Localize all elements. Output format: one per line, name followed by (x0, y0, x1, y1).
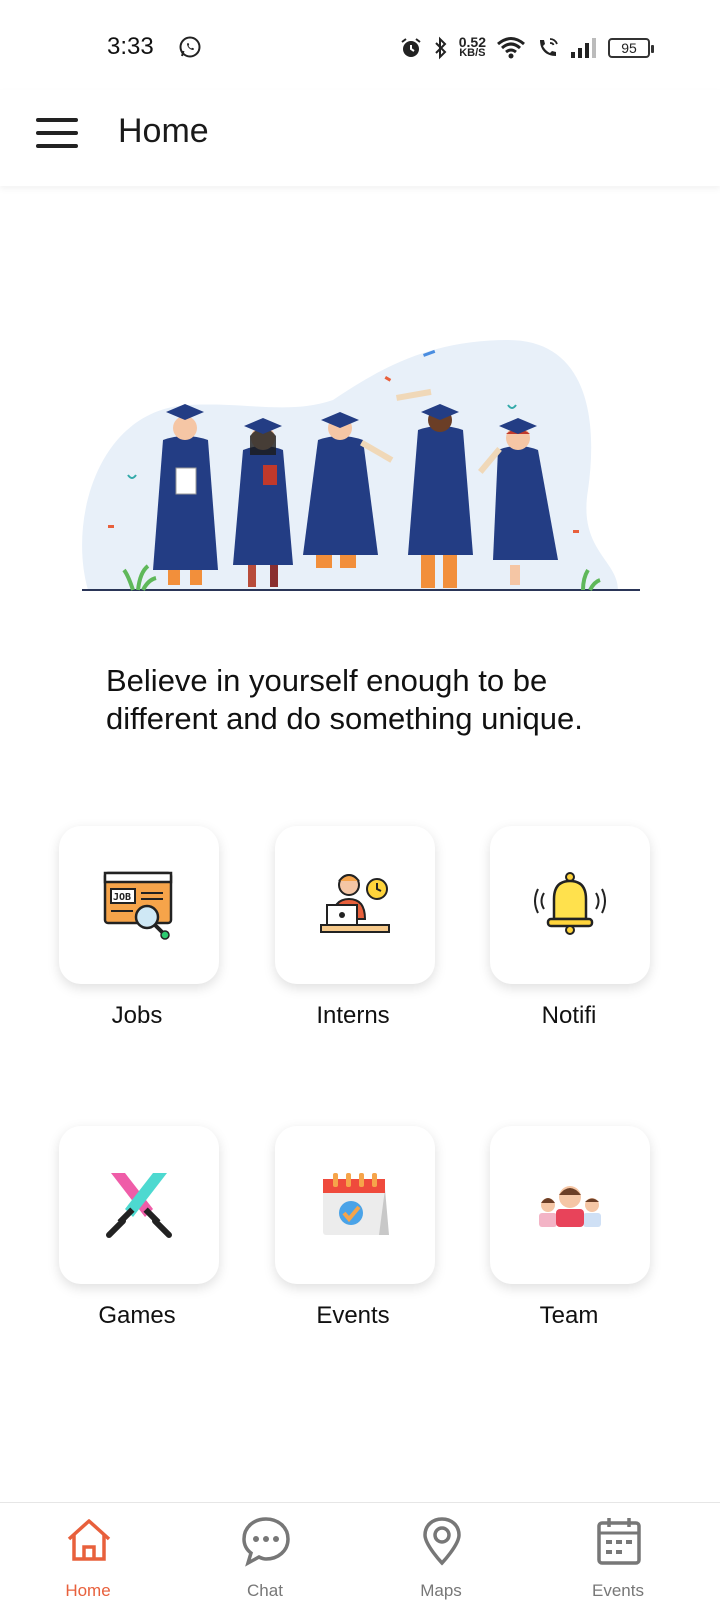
games-swords-icon (106, 1173, 172, 1238)
app-bar: Home (0, 90, 720, 186)
interns-label: Interns (316, 1002, 390, 1029)
page-title: Home (118, 112, 209, 150)
team-label: Team (539, 1302, 599, 1329)
nav-events-label: Events (592, 1581, 644, 1600)
home-icon (67, 1519, 111, 1561)
games-tile[interactable] (59, 1126, 219, 1284)
wifi-calling-icon (540, 38, 558, 56)
nav-chat[interactable]: Chat (205, 1503, 325, 1601)
nav-home[interactable]: Home (28, 1503, 148, 1601)
alarm-icon (401, 38, 421, 57)
whatsapp-icon (179, 36, 201, 58)
notifications-label: Notifi (541, 1002, 597, 1029)
events-tile[interactable] (275, 1126, 435, 1284)
map-pin-icon (423, 1517, 461, 1566)
events-label: Events (316, 1302, 390, 1329)
speed-unit: KB/S (459, 47, 486, 59)
network-speed: 0.52 KB/S (459, 35, 486, 59)
chat-icon (242, 1517, 290, 1567)
jobs-icon: JOB (103, 871, 173, 940)
nav-maps-label: Maps (420, 1581, 462, 1600)
nav-chat-label: Chat (247, 1581, 283, 1600)
signal-icon (571, 38, 596, 58)
status-time: 3:33 (107, 33, 154, 60)
team-icon (539, 1186, 601, 1227)
interns-icon (320, 874, 390, 933)
status-bar: 3:33 0.52 KB/S 95 (0, 0, 720, 90)
graduation-illustration (82, 340, 640, 591)
nav-home-label: Home (65, 1581, 111, 1600)
battery-icon: 95 (608, 38, 654, 58)
bluetooth-icon (435, 36, 447, 60)
team-tile[interactable] (490, 1126, 650, 1284)
bottom-navigation: Home Chat Maps Events (0, 1502, 720, 1601)
wifi-icon (497, 37, 525, 59)
notifications-tile[interactable] (490, 826, 650, 984)
motivational-quote: Believe in yourself enough to be differe… (106, 663, 583, 736)
status-icons: 0.52 KB/S 95 (399, 33, 654, 63)
calendar-icon (597, 1518, 641, 1565)
nav-maps[interactable]: Maps (381, 1503, 501, 1601)
jobs-tile[interactable]: JOB (59, 826, 219, 984)
games-label: Games (98, 1302, 176, 1329)
nav-events[interactable]: Events (558, 1503, 678, 1601)
calendar-event-icon (323, 1173, 389, 1235)
svg-text:JOB: JOB (113, 892, 131, 903)
jobs-label: Jobs (111, 1002, 163, 1029)
interns-tile[interactable] (275, 826, 435, 984)
bell-icon (534, 872, 606, 935)
hamburger-menu-icon[interactable] (36, 118, 78, 148)
